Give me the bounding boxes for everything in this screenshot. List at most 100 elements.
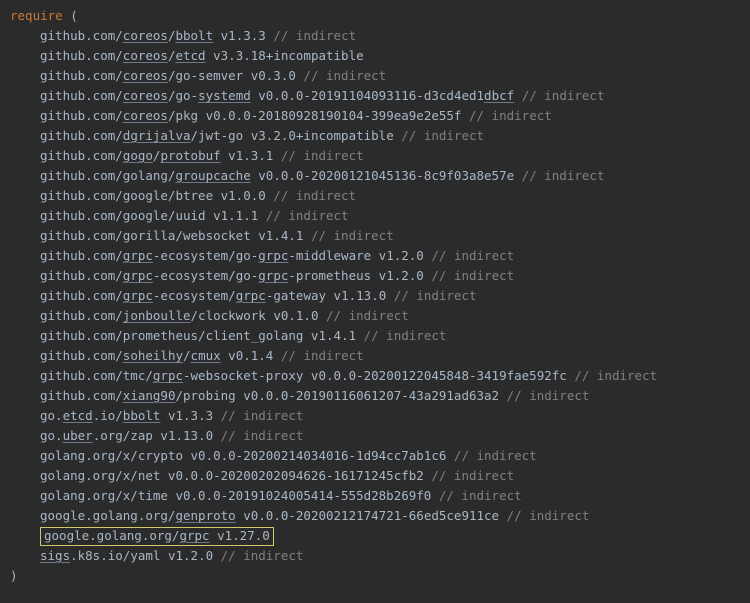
dependency-line: github.com/grpc-ecosystem/go-grpc-middle… (10, 246, 750, 266)
underlined-token: protobuf (160, 146, 220, 166)
code-token: github.com/ (40, 306, 123, 326)
underlined-token: dbcf (484, 86, 514, 106)
underlined-token: etcd (63, 406, 93, 426)
dependency-line: github.com/golang/groupcache v0.0.0-2020… (10, 166, 750, 186)
code-token: v0.0.0-20200121045136-8c9f03a8e57e (251, 166, 522, 186)
underlined-token: grpc (258, 266, 288, 286)
code-token: github.com/ (40, 266, 123, 286)
code-token: /clockwork v0.1.0 (191, 306, 326, 326)
dependency-line: github.com/coreos/go-semver v0.3.0 // in… (10, 66, 750, 86)
dependency-line: google.golang.org/grpc v1.27.0 (10, 526, 750, 546)
comment-indirect: // indirect (281, 346, 364, 366)
code-token: /probing v0.0.0-20190116061207-43a291ad6… (175, 386, 506, 406)
code-token (514, 86, 522, 106)
code-token: github.com/ (40, 66, 123, 86)
code-token: github.com/ (40, 106, 123, 126)
dependency-line: go.uber.org/zap v1.13.0 // indirect (10, 426, 750, 446)
code-token: github.com/golang/ (40, 166, 175, 186)
code-token: /go- (168, 86, 198, 106)
code-token: google.golang.org/ (44, 526, 179, 546)
comment-indirect: // indirect (281, 146, 364, 166)
dependency-line: github.com/xiang90/probing v0.0.0-201901… (10, 386, 750, 406)
code-token: v3.3.18+incompatible (206, 46, 364, 66)
code-token: github.com/ (40, 346, 123, 366)
code-token: / (168, 46, 176, 66)
code-token: .k8s.io/yaml v1.2.0 (70, 546, 221, 566)
code-token: -ecosystem/go- (153, 246, 258, 266)
code-token: v1.3.1 (221, 146, 281, 166)
dependency-line: github.com/soheilhy/cmux v0.1.4 // indir… (10, 346, 750, 366)
comment-indirect: // indirect (326, 306, 409, 326)
underlined-token: systemd (198, 86, 251, 106)
underlined-token: sigs (40, 546, 70, 566)
dependency-line: github.com/prometheus/client_golang v1.4… (10, 326, 750, 346)
comment-indirect: // indirect (221, 426, 304, 446)
code-token: -gateway v1.13.0 (266, 286, 394, 306)
underlined-token: bbolt (123, 406, 161, 426)
dependency-line: github.com/gogo/protobuf v1.3.1 // indir… (10, 146, 750, 166)
underlined-token: groupcache (175, 166, 250, 186)
underlined-token: etcd (175, 46, 205, 66)
code-token: v0.0.0-20200212174721-66ed5ce911ce (236, 506, 507, 526)
code-token: -middleware v1.2.0 (288, 246, 431, 266)
dependency-line: sigs.k8s.io/yaml v1.2.0 // indirect (10, 546, 750, 566)
comment-indirect: // indirect (221, 406, 304, 426)
open-paren: ( (63, 6, 78, 26)
code-token: v1.3.3 (160, 406, 220, 426)
comment-indirect: // indirect (273, 26, 356, 46)
comment-indirect: // indirect (364, 326, 447, 346)
underlined-token: grpc (123, 246, 153, 266)
code-token: golang.org/x/net v0.0.0-20200202094626-1… (40, 466, 431, 486)
dependency-line: github.com/tmc/grpc-websocket-proxy v0.0… (10, 366, 750, 386)
comment-indirect: // indirect (311, 226, 394, 246)
code-token: github.com/ (40, 286, 123, 306)
code-token: v1.3.3 (213, 26, 273, 46)
comment-indirect: // indirect (273, 186, 356, 206)
dependency-line: github.com/grpc-ecosystem/go-grpc-promet… (10, 266, 750, 286)
comment-indirect: // indirect (401, 126, 484, 146)
underlined-token: coreos (123, 26, 168, 46)
dependency-line: golang.org/x/time v0.0.0-20191024005414-… (10, 486, 750, 506)
code-token: / (153, 146, 161, 166)
comment-indirect: // indirect (266, 206, 349, 226)
comment-indirect: // indirect (303, 66, 386, 86)
comment-indirect: // indirect (454, 446, 537, 466)
code-token: github.com/gorilla/websocket v1.4.1 (40, 226, 311, 246)
comment-indirect: // indirect (221, 546, 304, 566)
comment-indirect: // indirect (522, 166, 605, 186)
underlined-token: soheilhy (123, 346, 183, 366)
code-token: /go-semver v0.3.0 (168, 66, 303, 86)
code-token: go. (40, 426, 63, 446)
underlined-token: coreos (123, 86, 168, 106)
underlined-token: coreos (123, 66, 168, 86)
underlined-token: grpc (179, 526, 209, 546)
code-editor: require ( github.com/coreos/bbolt v1.3.3… (0, 0, 750, 586)
code-token: golang.org/x/crypto v0.0.0-2020021403401… (40, 446, 454, 466)
code-token: /pkg v0.0.0-20180928190104-399ea9e2e55f (168, 106, 469, 126)
code-token: .org/zap v1.13.0 (93, 426, 221, 446)
comment-indirect: // indirect (439, 486, 522, 506)
code-token: .io/ (93, 406, 123, 426)
underlined-token: coreos (123, 106, 168, 126)
comment-indirect: // indirect (431, 266, 514, 286)
require-open-line: require ( (10, 6, 750, 26)
dependency-line: github.com/grpc-ecosystem/grpc-gateway v… (10, 286, 750, 306)
code-token: github.com/ (40, 26, 123, 46)
dependency-line: github.com/coreos/bbolt v1.3.3 // indire… (10, 26, 750, 46)
underlined-token: genproto (175, 506, 235, 526)
code-token: v1.27.0 (210, 526, 270, 546)
underlined-token: grpc (258, 246, 288, 266)
code-token: github.com/ (40, 386, 123, 406)
comment-indirect: // indirect (507, 506, 590, 526)
dependency-line: golang.org/x/net v0.0.0-20200202094626-1… (10, 466, 750, 486)
dependency-line: github.com/google/btree v1.0.0 // indire… (10, 186, 750, 206)
dependency-line: github.com/dgrijalva/jwt-go v3.2.0+incom… (10, 126, 750, 146)
require-close-line: ) (10, 566, 750, 586)
code-token: -ecosystem/ (153, 286, 236, 306)
code-token: github.com/ (40, 46, 123, 66)
code-token: -ecosystem/go- (153, 266, 258, 286)
underlined-token: gogo (123, 146, 153, 166)
underlined-token: coreos (123, 46, 168, 66)
dependency-line: github.com/coreos/go-systemd v0.0.0-2019… (10, 86, 750, 106)
underlined-token: uber (63, 426, 93, 446)
